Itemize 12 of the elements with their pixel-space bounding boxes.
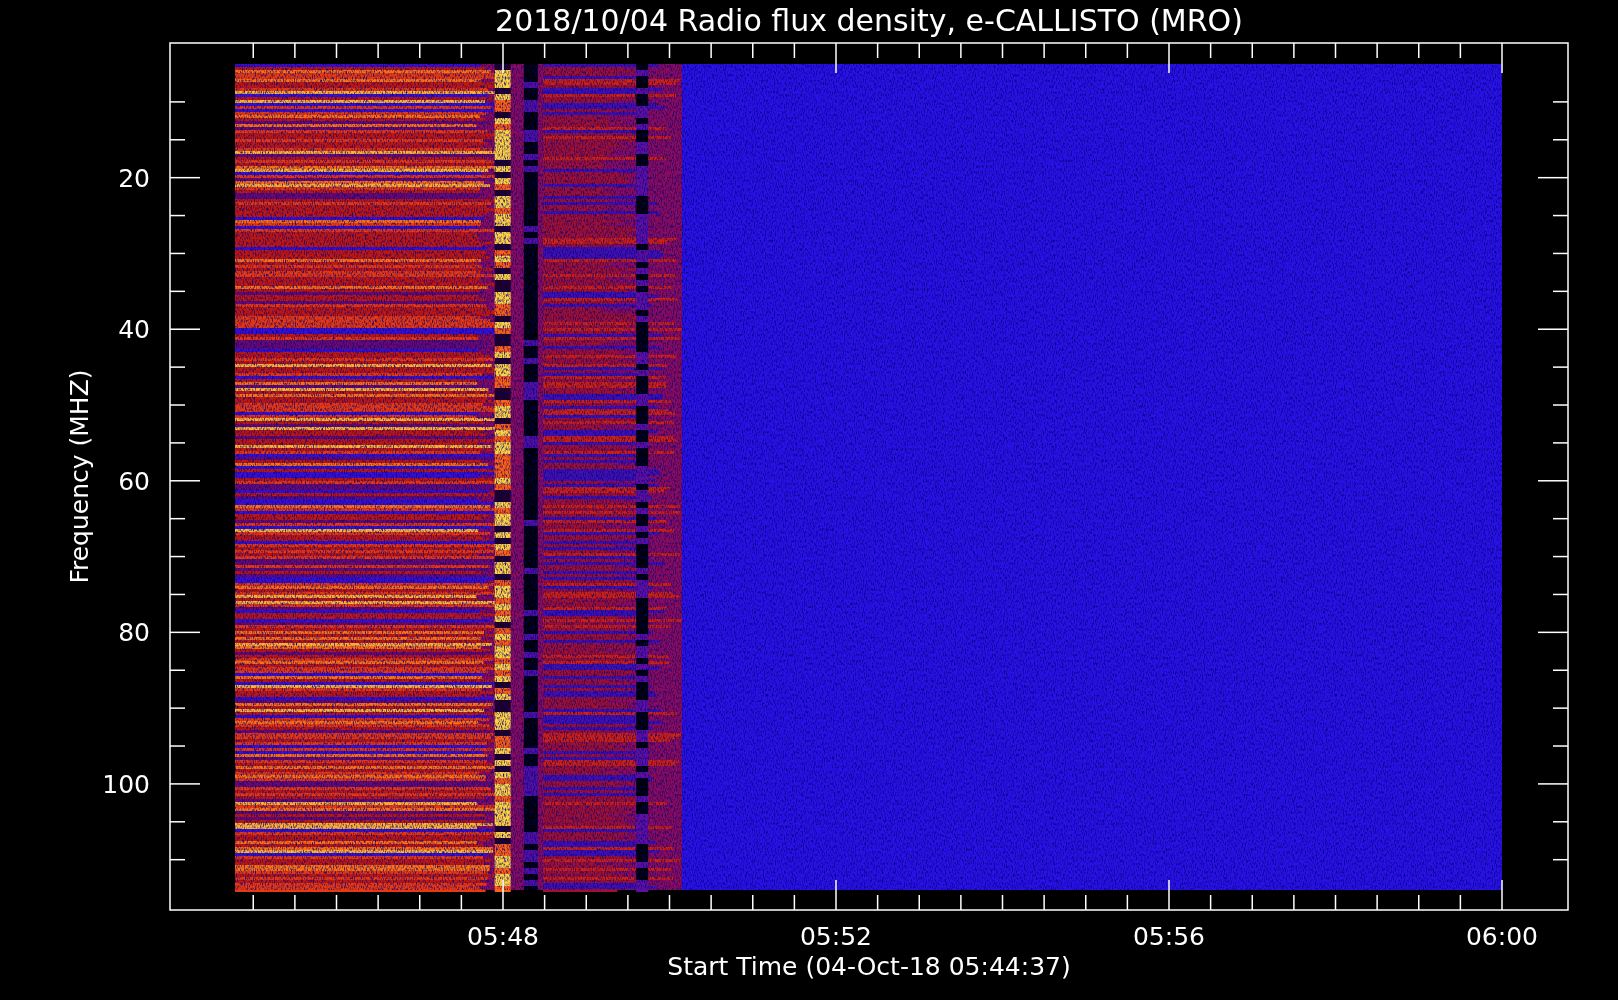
x-axis-label: Start Time (04-Oct-18 05:44:37) xyxy=(667,952,1071,981)
y-tick-label: 20 xyxy=(118,163,150,193)
y-axis-label: Frequency (MHZ) xyxy=(65,369,94,584)
y-tick-label: 40 xyxy=(118,315,150,345)
y-tick-label: 80 xyxy=(118,618,150,648)
chart-title: 2018/10/04 Radio flux density, e-CALLISTO (MRO) xyxy=(495,3,1243,38)
y-tick-label: 100 xyxy=(102,769,150,799)
x-tick-label: 05:56 xyxy=(1133,922,1205,951)
x-tick-label: 05:48 xyxy=(467,922,539,951)
x-tick-label: 06:00 xyxy=(1466,922,1538,951)
x-tick-label: 05:52 xyxy=(800,922,872,951)
y-tick-label: 60 xyxy=(118,466,150,496)
